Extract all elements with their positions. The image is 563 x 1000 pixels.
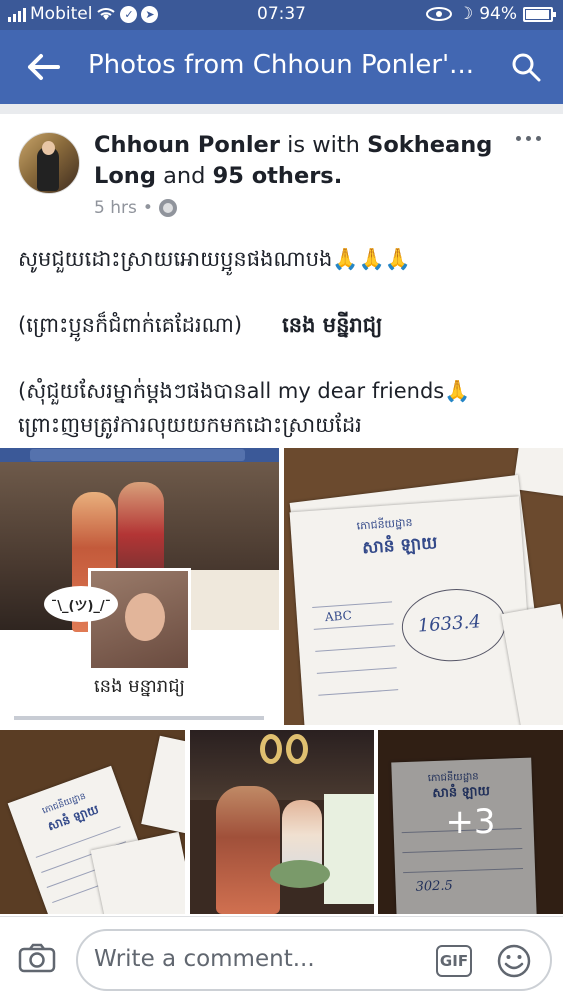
camera-icon[interactable] [18, 943, 56, 973]
post-body: សូមជួយដោះស្រាយអោយប្អូនផងណាបង🙏🙏🙏 (ព្រោះប្… [18, 242, 548, 442]
author-avatar[interactable] [18, 132, 80, 194]
photo-4[interactable] [190, 730, 374, 914]
photo-4-balloon-left [260, 734, 282, 764]
battery-icon [523, 6, 556, 22]
post-line-2: (ព្រោះប្អូនក៏ជំពាក់គេដែរណា) [18, 313, 243, 337]
photo-1-app-bar [0, 448, 279, 462]
more-options-icon[interactable] [516, 136, 541, 141]
photo-1-shrug-bubble: ¯\_(ツ)_/¯ [44, 586, 118, 622]
comment-input[interactable]: Write a comment... GIF [76, 929, 552, 991]
post-time[interactable]: 5 hrs [94, 198, 137, 218]
top-nav-bar: Photos from Chhoun Ponler'... [0, 30, 563, 104]
photo-2-brand: សានំ ឡាយ [361, 533, 438, 559]
meta-separator: • [142, 198, 153, 218]
photo-2-row-label: ABC [324, 608, 353, 625]
photo-3-paper-edge [141, 735, 185, 835]
author-name[interactable]: Chhoun Ponler [94, 132, 280, 158]
photo-1[interactable]: ¯\_(ツ)_/¯ នេង មន្នារាជ្យ [0, 448, 279, 725]
rule [316, 667, 397, 674]
post-header: Chhoun Ponler is with Sokheang Long and … [94, 130, 494, 192]
photo-5[interactable]: ភោជនីយដ្ឋាន សានំ ឡាយ 302.5 +3 [378, 730, 563, 914]
photo-1-profile-picture [88, 568, 191, 671]
with-text: is with [287, 132, 360, 158]
rule [318, 689, 399, 696]
page-title: Photos from Chhoun Ponler'... [88, 50, 474, 80]
photo-2-store-label: ភោជនីយដ្ឋាន [356, 515, 413, 533]
post-line-3: (សុំជួយសែរម្នាក់ម្ដងៗផងបានall my dear fr… [18, 379, 471, 403]
photo-2[interactable]: ភោជនីយដ្ឋាន សានំ ឡាយ ABC 1633.4 [284, 448, 563, 725]
photo-1-footer-line [14, 716, 264, 720]
more-photos-overlay[interactable]: +3 [378, 730, 563, 914]
post-line-2-name: នេង មន្នីរាជ្យ [282, 313, 383, 337]
photo-3[interactable]: ភោជនីយដ្ឋាន សានំ ឡាយ [0, 730, 185, 914]
post-line-4: ព្រោះញមត្រូវការលុយយកមកដោះស្រាយដែរ [18, 413, 362, 437]
post-card: Chhoun Ponler is with Sokheang Long and … [0, 114, 563, 916]
status-bar: Mobitel ✓ ➤ 07:37 ☽ 94% [0, 0, 563, 30]
rule [313, 623, 394, 630]
photo-1-profile-name: នេង មន្នារាជ្យ [93, 676, 186, 697]
photo-4-gift-box [324, 794, 374, 904]
photo-4-background [190, 730, 374, 800]
globe-icon [158, 199, 177, 217]
emoji-icon[interactable] [496, 943, 532, 979]
post-line-1: សូមជួយដោះស្រាយអោយប្អូនផងណាបង🙏🙏🙏 [18, 247, 411, 271]
photo-4-cake [270, 860, 330, 888]
post-meta: 5 hrs • [94, 198, 177, 218]
comment-bar: Write a comment... GIF [0, 916, 563, 1000]
back-arrow-icon[interactable] [26, 52, 62, 82]
photo-4-balloon-right [286, 734, 308, 764]
others-link[interactable]: 95 others. [213, 163, 343, 189]
avatar-face [42, 141, 55, 155]
and-text: and [163, 163, 206, 189]
comment-placeholder: Write a comment... [94, 946, 315, 972]
eye-icon [425, 7, 452, 21]
battery-percent: 94% [479, 4, 517, 24]
post-line-2-row: (ព្រោះប្អូនក៏ជំពាក់គេដែរណា) នេង មន្នីរាជ្… [18, 308, 548, 342]
gif-button[interactable]: GIF [436, 945, 472, 977]
photo-2-total: 1633.4 [417, 611, 482, 637]
photo-2-receipt-front: ភោជនីយដ្ឋាន សានំ ឡាយ ABC 1633.4 [289, 496, 537, 725]
search-icon[interactable] [511, 52, 541, 82]
rule [315, 645, 396, 652]
moon-icon: ☽ [457, 4, 474, 24]
photo-1-search-bar [30, 449, 245, 461]
rule [312, 601, 393, 608]
photo-2-paper-corner [512, 448, 563, 499]
photo-4-woman [216, 786, 280, 914]
